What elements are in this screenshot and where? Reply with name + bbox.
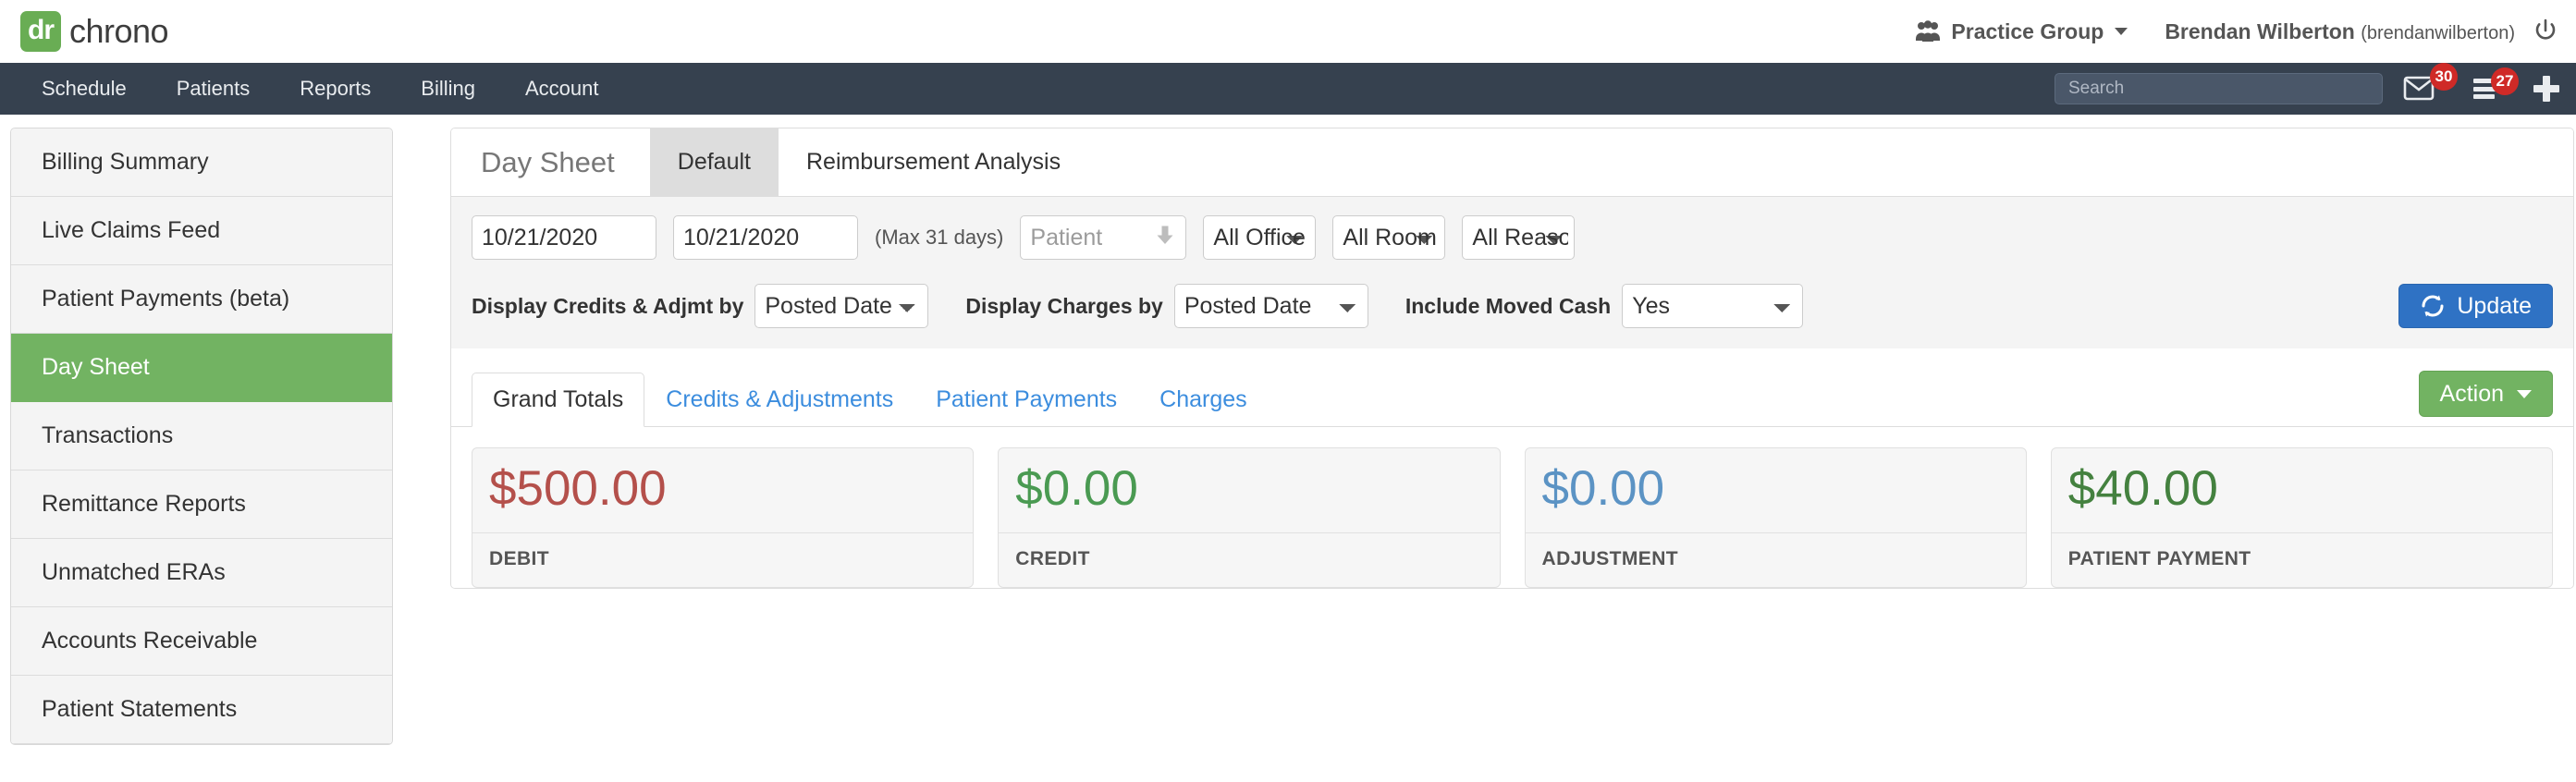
refresh-icon [2420,294,2446,318]
charges-display-select[interactable]: Posted Date [1173,284,1368,328]
power-icon[interactable] [2533,18,2558,44]
credits-display-select[interactable]: Posted Date [754,284,929,328]
page-body: Billing Summary Live Claims Feed Patient… [0,115,2576,745]
sidebar-item-patient-payments[interactable]: Patient Payments (beta) [11,265,392,334]
summary-card-patient-payment: $40.00 PATIENT PAYMENT [2050,447,2553,588]
room-select[interactable]: All Room [1332,215,1446,260]
patient-payment-label: PATIENT PAYMENT [2067,547,2251,569]
nav-item-patients[interactable]: Patients [152,77,276,101]
moved-cash-select[interactable]: Yes [1622,284,1804,328]
update-button[interactable]: Update [2398,284,2553,328]
patient-autocomplete[interactable] [1020,215,1187,260]
messages-button[interactable]: 30 [2403,63,2458,103]
nav-right-group: 30 27 [2055,63,2565,104]
moved-cash-label: Include Moved Cash [1405,293,1612,318]
people-icon [1915,20,1941,43]
nav-item-billing[interactable]: Billing [396,77,500,101]
nav-item-account[interactable]: Account [500,77,624,101]
main-navigation-bar: Schedule Patients Reports Billing Accoun… [0,63,2576,115]
tab-charges[interactable]: Charges [1138,373,1269,427]
sidebar-item-patient-statements[interactable]: Patient Statements [11,676,392,744]
chevron-down-icon [2115,28,2128,35]
adjustment-value: $0.00 [1525,448,2026,533]
filter-area: (Max 31 days) All Office All Room [451,197,2573,348]
sidebar-item-unmatched-eras[interactable]: Unmatched ERAs [11,539,392,607]
sidebar-item-accounts-receivable[interactable]: Accounts Receivable [11,607,392,676]
charges-display-label: Display Charges by [965,293,1163,318]
chevron-down-icon [2517,389,2532,398]
summary-cards: $500.00 DEBIT $0.00 CREDIT $0.00 ADJUSTM… [451,427,2573,588]
day-sheet-panel: Day Sheet Default Reimbursement Analysis… [450,128,2574,589]
main-content: Day Sheet Default Reimbursement Analysis… [450,128,2574,589]
page-title: Day Sheet [481,145,615,178]
user-handle: (brendanwilberton) [2361,22,2515,43]
sidebar-item-remittance-reports[interactable]: Remittance Reports [11,470,392,539]
user-account-link[interactable]: Brendan Wilberton (brendanwilberton) [2165,19,2515,44]
billing-sidebar: Billing Summary Live Claims Feed Patient… [10,128,393,745]
date-to-input[interactable] [673,215,858,260]
credits-display-label: Display Credits & Adjmt by [472,293,744,318]
tab-default[interactable]: Default [649,128,779,196]
logo-wordmark: chrono [69,12,169,50]
tab-grand-totals[interactable]: Grand Totals [472,373,645,427]
header-right-group: Practice Group Brendan Wilberton (brenda… [1915,18,2558,44]
sidebar-item-billing-summary[interactable]: Billing Summary [11,128,392,197]
summary-card-adjustment: $0.00 ADJUSTMENT [1524,447,2027,588]
totals-tab-row: Grand Totals Credits & Adjustments Patie… [451,348,2573,427]
update-button-label: Update [2457,292,2532,319]
sidebar-item-live-claims-feed[interactable]: Live Claims Feed [11,197,392,265]
action-dropdown-button[interactable]: Action [2418,371,2553,417]
drchrono-logo[interactable]: dr chrono [20,11,169,52]
debit-value: $500.00 [472,448,974,533]
tab-patient-payments[interactable]: Patient Payments [914,373,1138,427]
filter-row-primary: (Max 31 days) All Office All Room [451,215,2573,260]
tasks-badge: 27 [2491,67,2519,95]
messages-badge: 30 [2430,63,2458,91]
debit-label: DEBIT [489,547,549,569]
reason-select[interactable]: All Reason [1462,215,1576,260]
action-button-label: Action [2439,380,2504,407]
summary-card-credit: $0.00 CREDIT [998,447,1501,588]
sidebar-item-transactions[interactable]: Transactions [11,402,392,470]
tab-reimbursement-analysis[interactable]: Reimbursement Analysis [779,128,1088,196]
practice-group-menu[interactable]: Practice Group [1915,19,2128,44]
credit-value: $0.00 [999,448,1500,533]
filter-row-secondary: Display Credits & Adjmt by Posted Date D… [451,284,2573,328]
nav-item-schedule[interactable]: Schedule [17,77,152,101]
tab-credits-adjustments[interactable]: Credits & Adjustments [644,373,914,427]
top-header: dr chrono Practice Group Brendan Wilbert… [0,0,2576,63]
nav-item-reports[interactable]: Reports [275,77,396,101]
sidebar-item-day-sheet[interactable]: Day Sheet [11,334,392,402]
max-days-note: (Max 31 days) [875,226,1004,249]
logo-badge: dr [20,11,61,52]
patient-input[interactable] [1020,215,1187,260]
credit-label: CREDIT [1015,547,1090,569]
user-full-name: Brendan Wilberton [2165,18,2355,43]
search-input[interactable] [2055,73,2383,104]
patient-payment-value: $40.00 [2051,448,2552,533]
report-tabstrip: Day Sheet Default Reimbursement Analysis [451,128,2573,197]
practice-group-label: Practice Group [1951,18,2104,43]
adjustment-label: ADJUSTMENT [1541,547,1679,569]
date-from-input[interactable] [472,215,656,260]
office-select[interactable]: All Office [1203,215,1317,260]
add-new-icon[interactable] [2533,76,2559,102]
summary-card-debit: $500.00 DEBIT [472,447,975,588]
tasks-menu-button[interactable]: 27 [2473,67,2519,99]
nav-item-list: Schedule Patients Reports Billing Accoun… [17,77,624,101]
